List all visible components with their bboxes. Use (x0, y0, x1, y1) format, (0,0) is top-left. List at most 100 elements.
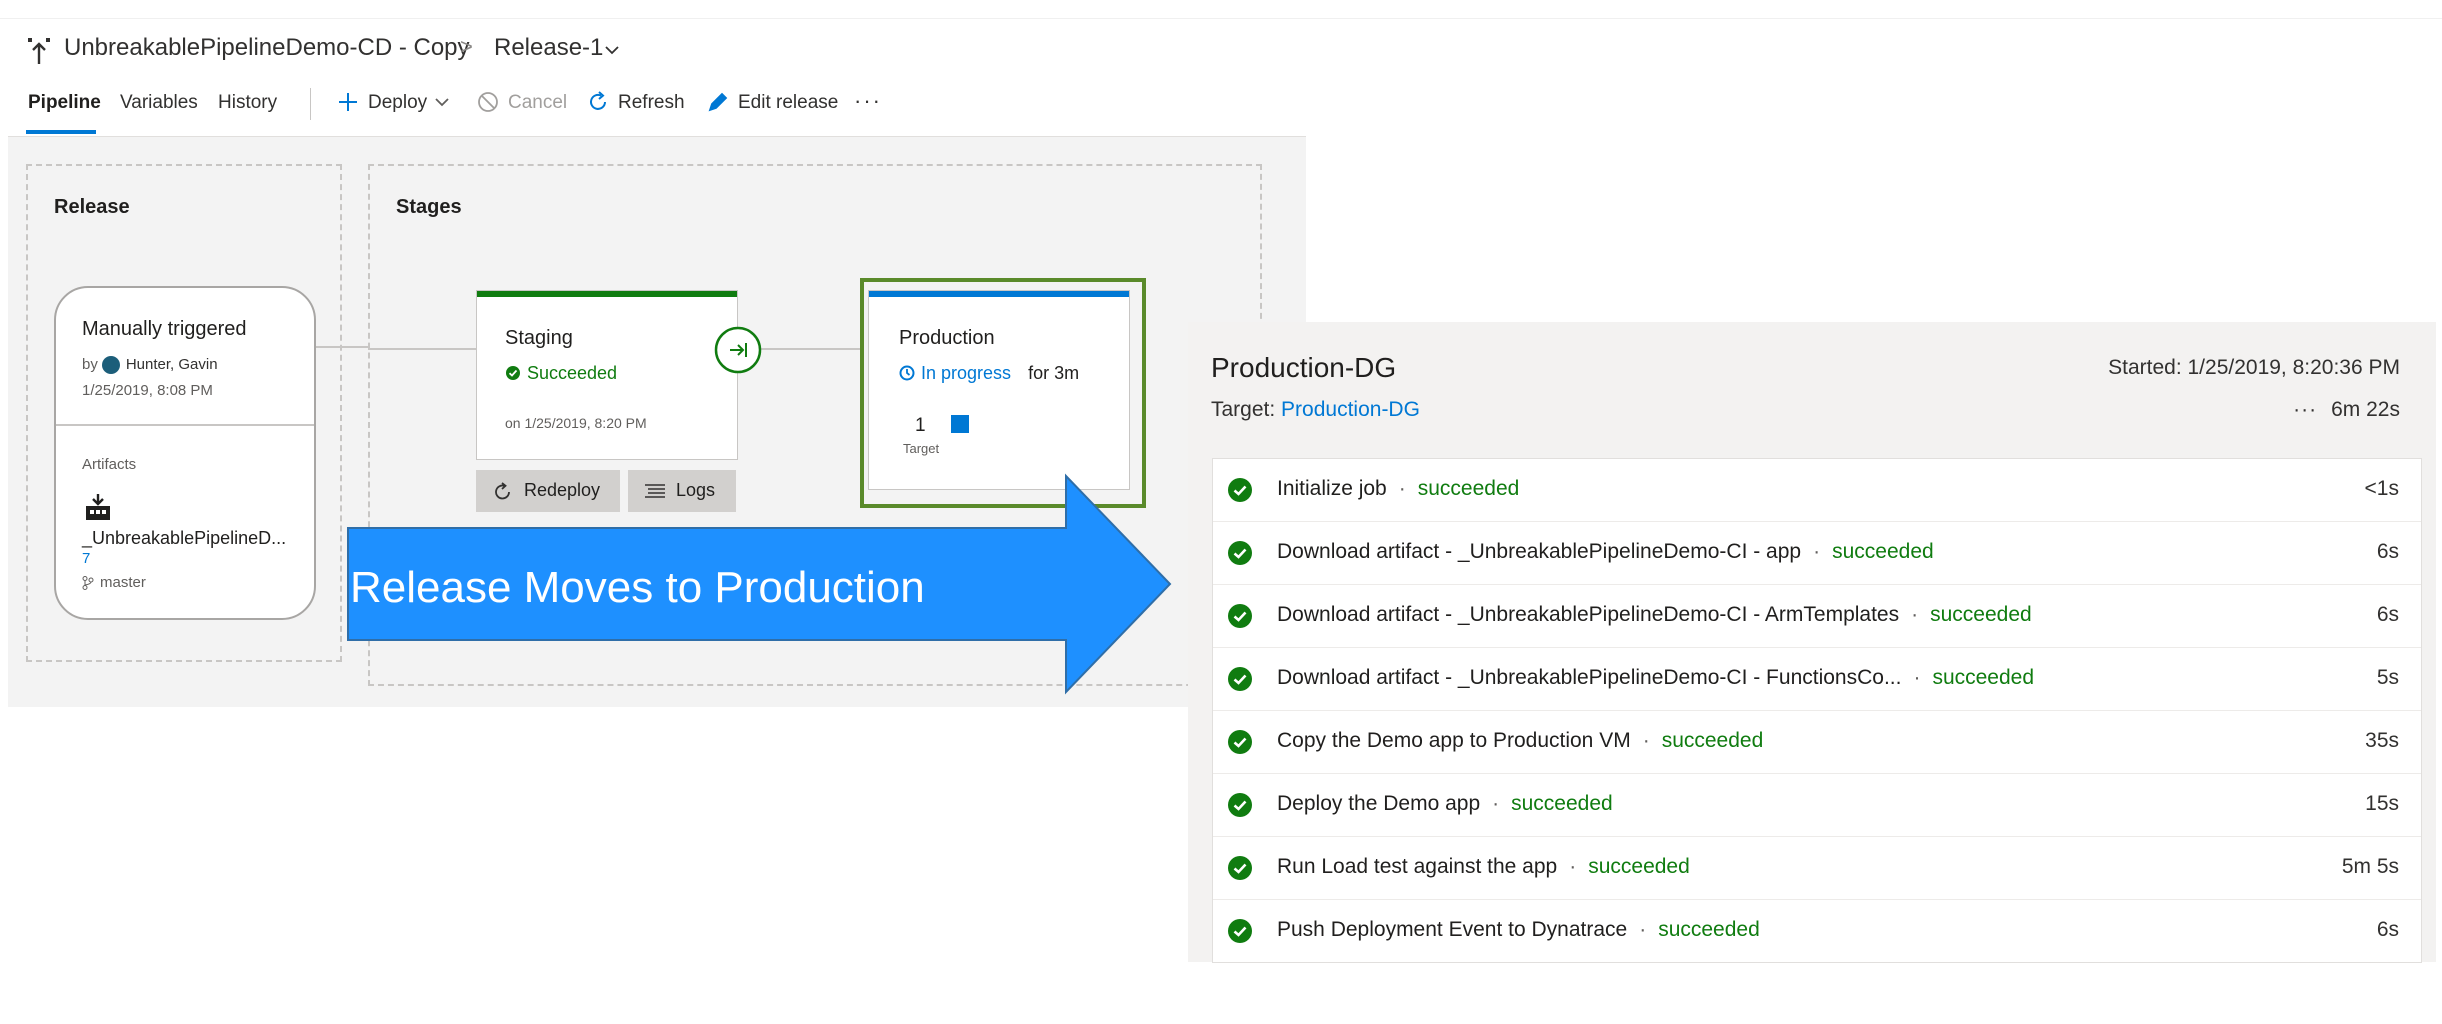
target-link[interactable]: Production-DG (1281, 398, 1420, 421)
step-name-text: Push Deployment Event to Dynatrace (1277, 918, 1628, 941)
step-duration: 6s (2376, 603, 2399, 626)
list-item[interactable]: Run Load test against the app · succeeded … (1213, 837, 2421, 900)
staging-stage-card[interactable]: Staging Succeeded on 1/25/2019, 8:20 PM (476, 290, 738, 460)
list-item[interactable]: Download artifact - _UnbreakablePipeline… (1213, 648, 2421, 711)
cancel-icon (478, 92, 498, 112)
dot-separator: · (1492, 792, 1500, 815)
build-artifact-icon (86, 494, 110, 520)
list-item[interactable]: Deploy the Demo app · succeeded 15s (1213, 774, 2421, 837)
production-status-bar (869, 291, 1129, 297)
refresh-icon[interactable] (586, 90, 610, 114)
artifact-version[interactable]: 7 (82, 550, 90, 567)
tab-variables[interactable]: Variables (120, 92, 198, 114)
step-name: Run Load test against the app · succeeded (1277, 855, 1690, 879)
plus-icon[interactable] (336, 90, 360, 114)
production-stage-card[interactable]: Production In progress for 3m 1 Target (868, 290, 1130, 490)
staging-status-bar (477, 291, 737, 297)
production-status-text: In progress (921, 363, 1012, 383)
success-check-icon (1228, 856, 1252, 880)
started-time: Started: 1/25/2019, 8:20:36 PM (2108, 356, 2400, 379)
dot-separator: · (1642, 729, 1650, 752)
toolbar-divider (310, 88, 311, 120)
annotation-text: Release Moves to Production (350, 563, 925, 612)
by-prefix: by (82, 356, 98, 373)
step-name-text: Run Load test against the app (1277, 855, 1558, 878)
staging-stage-name: Staging (505, 327, 573, 349)
target-label: Target (903, 441, 940, 456)
branch-icon (82, 576, 94, 591)
step-name-text: Download artifact - _UnbreakablePipeline… (1277, 540, 1802, 563)
pipeline-title[interactable]: UnbreakablePipelineDemo-CD - Copy (64, 34, 470, 62)
step-list: Initialize job · succeeded <1s Download ar… (1212, 458, 2422, 963)
step-status: succeeded (1661, 729, 1764, 752)
list-item[interactable]: Download artifact - _UnbreakablePipeline… (1213, 522, 2421, 585)
cancel-button[interactable]: Cancel (508, 92, 567, 114)
release-connector (316, 346, 368, 348)
total-duration-value: 6m 22s (2331, 398, 2400, 421)
more-actions-button[interactable]: ··· (854, 88, 882, 114)
release-card[interactable]: Manually triggered by Hunter, Gavin 1/25/… (54, 286, 316, 620)
success-check-icon (1228, 604, 1252, 628)
tab-pipeline[interactable]: Pipeline (28, 92, 101, 114)
release-name[interactable]: Release-1 (494, 34, 603, 62)
step-status: succeeded (1417, 477, 1520, 500)
step-duration: 15s (2365, 792, 2399, 815)
panel-target: Target: Production-DG (1211, 398, 1420, 422)
deploy-button[interactable]: Deploy (368, 92, 427, 114)
step-name: Initialize job · succeeded (1277, 477, 1519, 501)
target-prefix: Target: (1211, 398, 1276, 421)
step-name-text: Initialize job (1277, 477, 1387, 500)
list-item[interactable]: Copy the Demo app to Production VM · succe… (1213, 711, 2421, 774)
step-status: succeeded (1658, 918, 1760, 941)
breadcrumb-separator-icon: > (460, 34, 473, 59)
triggered-by: by Hunter, Gavin (82, 356, 218, 375)
release-section-label: Release (54, 196, 130, 218)
target-progress-square-icon (951, 415, 969, 433)
success-check-icon (1228, 793, 1252, 817)
edit-release-button[interactable]: Edit release (738, 92, 838, 114)
staging-status-text: Succeeded (527, 363, 618, 383)
deploy-chevron-down-icon[interactable] (434, 96, 450, 108)
pencil-icon[interactable] (706, 90, 730, 114)
post-deployment-approval-icon[interactable] (714, 326, 762, 374)
step-duration: 6s (2376, 540, 2399, 563)
step-name: Download artifact - _UnbreakablePipeline… (1277, 603, 2032, 627)
production-stage-name: Production (899, 327, 995, 349)
release-pipeline-icon (28, 38, 50, 64)
dot-separator: · (1398, 477, 1406, 500)
chevron-down-icon[interactable] (604, 44, 620, 56)
production-status: In progress for 3m (899, 363, 1079, 384)
artifacts-label: Artifacts (82, 456, 137, 473)
step-name-text: Copy the Demo app to Production VM (1277, 729, 1631, 752)
step-name-text: Deploy the Demo app (1277, 792, 1481, 815)
tab-history[interactable]: History (218, 92, 277, 114)
list-item[interactable]: Push Deployment Event to Dynatrace · succe… (1213, 900, 2421, 962)
success-check-icon (1228, 730, 1252, 754)
artifact-branch: master (82, 574, 146, 591)
list-item[interactable]: Initialize job · succeeded <1s (1213, 459, 2421, 522)
success-check-icon (1228, 667, 1252, 691)
step-name-text: Download artifact - _UnbreakablePipeline… (1277, 666, 1902, 689)
step-name: Download artifact - _UnbreakablePipeline… (1277, 540, 1934, 564)
top-divider (0, 18, 2442, 19)
stage-connector (756, 348, 864, 350)
panel-more-button[interactable]: ··· (2293, 398, 2317, 421)
step-name: Deploy the Demo app · succeeded (1277, 792, 1613, 816)
refresh-button[interactable]: Refresh (618, 92, 685, 114)
dot-separator: · (1639, 918, 1647, 941)
step-status: succeeded (1832, 540, 1934, 563)
stages-section-label: Stages (396, 196, 462, 218)
step-status: succeeded (1932, 666, 2035, 689)
success-check-icon (1228, 541, 1252, 565)
step-name: Download artifact - _UnbreakablePipeline… (1277, 666, 2034, 690)
artifact-name[interactable]: _UnbreakablePipelineD... (82, 528, 286, 549)
step-status: succeeded (1588, 855, 1690, 878)
avatar (101, 356, 120, 375)
success-check-icon (1228, 919, 1252, 943)
release-date: 1/25/2019, 8:08 PM (82, 382, 213, 399)
dot-separator: · (1813, 540, 1821, 563)
step-duration: 35s (2365, 729, 2399, 752)
staging-status: Succeeded (505, 363, 617, 384)
list-item[interactable]: Download artifact - _UnbreakablePipeline… (1213, 585, 2421, 648)
trigger-text: Manually triggered (82, 318, 247, 340)
